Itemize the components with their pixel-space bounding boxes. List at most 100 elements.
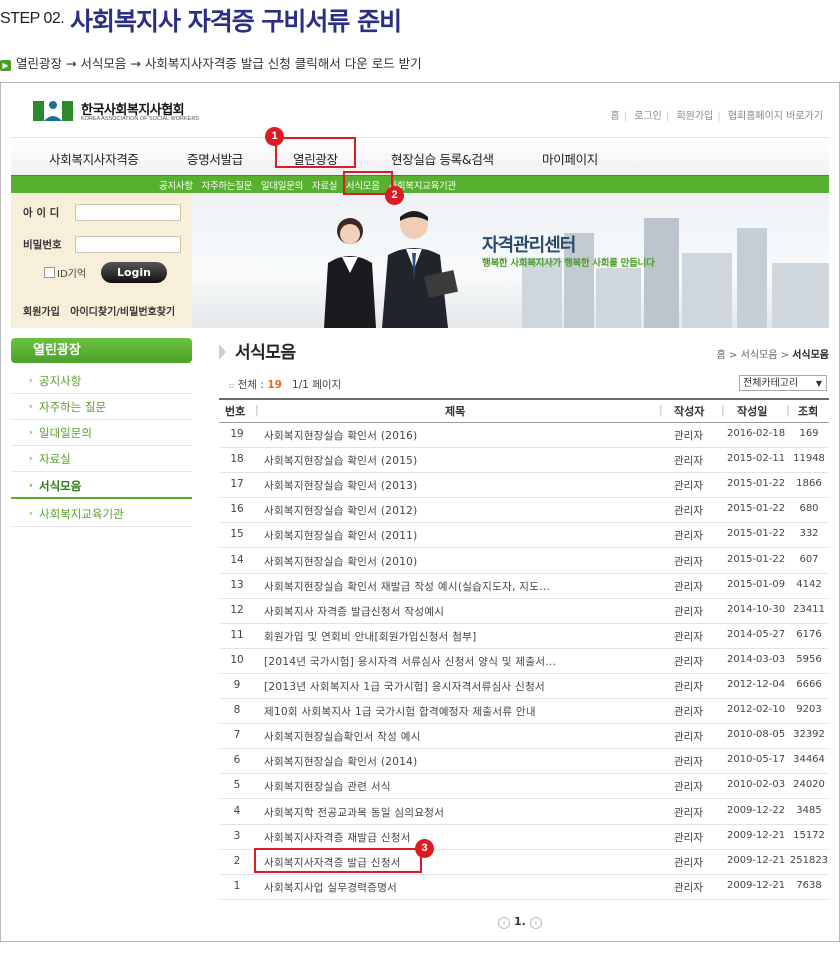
- chevron-right-icon: ›: [29, 509, 33, 519]
- current-page[interactable]: 1.: [514, 915, 526, 928]
- table-row[interactable]: 12 사회복지사 자격증 발급신청서 작성예시 관리자 2014-10-30 23411: [219, 598, 829, 624]
- table-row[interactable]: 9 [2013년 사회복지사 1급 국가시험] 응시자격서류심사 신청서 관리자 20…: [219, 673, 829, 699]
- table-row[interactable]: 8 제10회 사회복지사 1급 국가시험 합격예정자 제출서류 안내 관리자 2012…: [219, 698, 829, 725]
- row-views: 680: [799, 503, 819, 515]
- sidebar-item-inquiry[interactable]: › 일대일문의: [11, 420, 192, 446]
- row-author: 관리자: [674, 881, 703, 894]
- table-row[interactable]: 19 사회복지현장실습 확인서 (2016) 관리자 2016-02-18 169: [219, 422, 829, 448]
- row-views: 251823: [789, 854, 829, 866]
- row-title-link[interactable]: 사회복지사업 실무경력증명서: [264, 880, 397, 895]
- find-account-link[interactable]: 아이디찾기/비밀번호찾기: [70, 307, 175, 318]
- instruction: ▶ 열린광장 → 서식모음 → 사회복지사자격증 발급 신청 클릭해서 다운 로드…: [0, 53, 422, 72]
- pagination: ‹ 1. ›: [498, 915, 542, 929]
- row-title-link[interactable]: 사회복지현장실습 관련 서식: [264, 779, 391, 794]
- table-row[interactable]: 5 사회복지현장실습 관련 서식 관리자 2010-02-03 24020: [219, 773, 829, 800]
- row-title-link[interactable]: 사회복지사자격증 재발급 신청서: [264, 830, 411, 845]
- gnb-document-issue[interactable]: 증명서발급: [187, 149, 243, 168]
- row-title-link[interactable]: 사회복지사 자격증 발급신청서 작성예시: [264, 604, 444, 619]
- lnb-faq[interactable]: 자주하는질문: [202, 181, 253, 192]
- row-author: 관리자: [674, 505, 703, 518]
- row-title-link[interactable]: 사회복지현장실습 확인서 (2016): [264, 428, 418, 443]
- password-input[interactable]: [75, 236, 181, 253]
- next-page-icon[interactable]: ›: [529, 917, 542, 929]
- row-number: 15: [230, 528, 244, 541]
- table-row[interactable]: 6 사회복지현장실습 확인서 (2014) 관리자 2010-05-17 34464: [219, 748, 829, 775]
- gnb-my-page[interactable]: 마이페이지: [542, 149, 598, 168]
- table-row[interactable]: 15 사회복지현장실습 확인서 (2011) 관리자 2015-01-22 332: [219, 522, 829, 549]
- row-author: 관리자: [674, 455, 703, 468]
- row-title-link[interactable]: 사회복지현장실습 확인서 (2012): [264, 503, 418, 518]
- table-row[interactable]: 3 사회복지사자격증 재발급 신청서 관리자 2009-12-21 15172: [219, 824, 829, 850]
- table-row[interactable]: 14 사회복지현장실습 확인서 (2010) 관리자 2015-01-22 607: [219, 548, 829, 574]
- association-home-link[interactable]: 협회홈페이지 바로가기: [728, 111, 823, 122]
- sidebar-item-archive[interactable]: › 자료실: [11, 446, 192, 472]
- login-link[interactable]: 로그인: [634, 111, 662, 122]
- row-title-link[interactable]: 사회복지현장실습 확인서 (2010): [264, 554, 418, 569]
- row-views: 6176: [796, 628, 822, 640]
- home-link[interactable]: 홈: [611, 111, 620, 122]
- table-row[interactable]: 11 회원가입 및 연회비 안내[회원가입신청서 첨부] 관리자 2014-05-27…: [219, 623, 829, 649]
- breadcrumb-home[interactable]: 홈: [717, 350, 726, 361]
- lnb-notice[interactable]: 공지사항: [159, 181, 193, 192]
- prev-page-icon[interactable]: ‹: [498, 917, 510, 929]
- row-title-link[interactable]: 사회복지학 전공교과목 동일 심의요청서: [264, 805, 444, 820]
- row-number: 19: [230, 428, 244, 440]
- remember-id-label: ID기억: [57, 269, 87, 280]
- row-author: 관리자: [674, 480, 703, 493]
- sidebar-item-education[interactable]: › 사회복지교육기관: [11, 501, 192, 527]
- association-logo-icon: [33, 101, 73, 121]
- login-button[interactable]: Login: [101, 262, 167, 283]
- row-date: 2009-12-22: [727, 804, 786, 816]
- row-date: 2010-02-03: [727, 779, 786, 791]
- row-title-link[interactable]: 사회복지현장실습 확인서 (2014): [264, 754, 418, 769]
- site-logo[interactable]: 한국사회복지사협회 KOREA ASSOCIATION OF SOCIAL WO…: [31, 95, 231, 125]
- row-title-link[interactable]: [2014년 국가시험] 응시자격 서류심사 신청서 양식 및 제출서...: [264, 654, 556, 669]
- row-date: 2015-02-11: [727, 453, 786, 465]
- row-views: 7638: [796, 879, 822, 891]
- row-number: 11: [230, 628, 244, 641]
- row-title-link[interactable]: 사회복지현장실습 확인서 (2015): [264, 453, 418, 468]
- sidebar-item-notice[interactable]: › 공지사항: [11, 368, 192, 394]
- table-row[interactable]: 16 사회복지현장실습 확인서 (2012) 관리자 2015-01-22 680: [219, 497, 829, 524]
- gnb-field-practice[interactable]: 현장실습 등록&검색: [391, 149, 494, 168]
- row-author: 관리자: [674, 605, 703, 618]
- row-views: 4142: [796, 578, 822, 590]
- id-input[interactable]: [75, 204, 181, 221]
- join-link[interactable]: 회원가입: [676, 111, 713, 122]
- banner-subtitle: 행복한 사회복지사가 행복한 사회를 만듭니다: [482, 258, 655, 269]
- row-views: 15172: [793, 829, 825, 841]
- row-title-link[interactable]: 사회복지현장실습 확인서 재발급 작성 예시(실습지도자, 지도...: [264, 579, 550, 594]
- table-row[interactable]: 17 사회복지현장실습 확인서 (2013) 관리자 2015-01-22 1866: [219, 472, 829, 499]
- triangle-icon: [219, 344, 226, 360]
- table-row[interactable]: 13 사회복지현장실습 확인서 재발급 작성 예시(실습지도자, 지도... 관리자…: [219, 573, 829, 599]
- table-row[interactable]: 1 사회복지사업 실무경력증명서 관리자 2009-12-21 7638: [219, 874, 829, 900]
- row-title-link[interactable]: [2013년 사회복지사 1급 국가시험] 응시자격서류심사 신청서: [264, 679, 545, 694]
- row-date: 2016-02-18: [727, 428, 786, 439]
- table-row[interactable]: 4 사회복지학 전공교과목 동일 심의요청서 관리자 2009-12-22 3485: [219, 799, 829, 825]
- breadcrumb-mid[interactable]: 서식모음: [741, 350, 778, 361]
- table-row[interactable]: 10 [2014년 국가시험] 응시자격 서류심사 신청서 양식 및 제출서...…: [219, 648, 829, 674]
- hero-banner: 자격관리센터 행복한 사회복지사가 행복한 사회를 만듭니다: [192, 193, 829, 328]
- remember-id-checkbox[interactable]: [44, 267, 55, 278]
- lnb-archive[interactable]: 자료실: [312, 181, 338, 192]
- row-title-link[interactable]: 사회복지현장실습확인서 작성 예시: [264, 729, 421, 744]
- gnb-certificate[interactable]: 사회복지사자격증: [49, 149, 139, 168]
- table-row[interactable]: 7 사회복지현장실습확인서 작성 예시 관리자 2010-08-05 32392: [219, 723, 829, 750]
- sidebar-item-faq[interactable]: › 자주하는 질문: [11, 394, 192, 420]
- category-select[interactable]: 전체카테고리 ▼: [739, 375, 827, 391]
- row-number: 6: [233, 754, 241, 767]
- bullet-icon: ▫: [229, 381, 235, 390]
- row-author: 관리자: [674, 781, 703, 794]
- sidebar-item-forms[interactable]: › 서식모음: [11, 473, 192, 499]
- row-title-link[interactable]: 사회복지현장실습 확인서 (2011): [264, 528, 418, 543]
- col-number: 번호: [225, 405, 246, 418]
- lnb-inquiry[interactable]: 일대일문의: [261, 181, 304, 192]
- row-title-link[interactable]: 제10회 사회복지사 1급 국가시험 합격예정자 제출서류 안내: [264, 704, 536, 719]
- step-title: 사회복지사 자격증 구비서류 준비: [70, 7, 402, 36]
- join-link[interactable]: 회원가입: [23, 307, 60, 318]
- row-title-link[interactable]: 사회복지현장실습 확인서 (2013): [264, 478, 418, 493]
- row-title-link[interactable]: 회원가입 및 연회비 안내[회원가입신청서 첨부]: [264, 629, 477, 644]
- row-views: 24020: [793, 779, 825, 791]
- annotation-badge-3: 3: [415, 839, 434, 858]
- table-row[interactable]: 18 사회복지현장실습 확인서 (2015) 관리자 2015-02-11 11948: [219, 447, 829, 474]
